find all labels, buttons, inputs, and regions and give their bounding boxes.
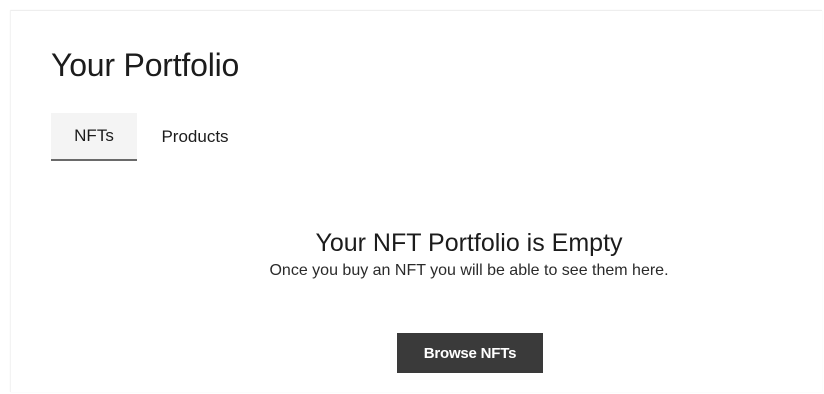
empty-state: Your NFT Portfolio is Empty Once you buy… xyxy=(11,229,824,280)
empty-state-title: Your NFT Portfolio is Empty xyxy=(315,229,623,257)
portfolio-tabs: NFTs Products xyxy=(51,113,257,161)
tab-products[interactable]: Products xyxy=(137,113,257,161)
portfolio-window: Your Portfolio NFTs Products Your NFT Po… xyxy=(0,0,824,394)
page-title: Your Portfolio xyxy=(51,47,240,83)
portfolio-panel: Your Portfolio NFTs Products Your NFT Po… xyxy=(10,10,822,392)
tab-nfts[interactable]: NFTs xyxy=(51,113,137,161)
empty-state-message: Once you buy an NFT you will be able to … xyxy=(269,262,669,279)
browse-nfts-button[interactable]: Browse NFTs xyxy=(397,333,543,373)
